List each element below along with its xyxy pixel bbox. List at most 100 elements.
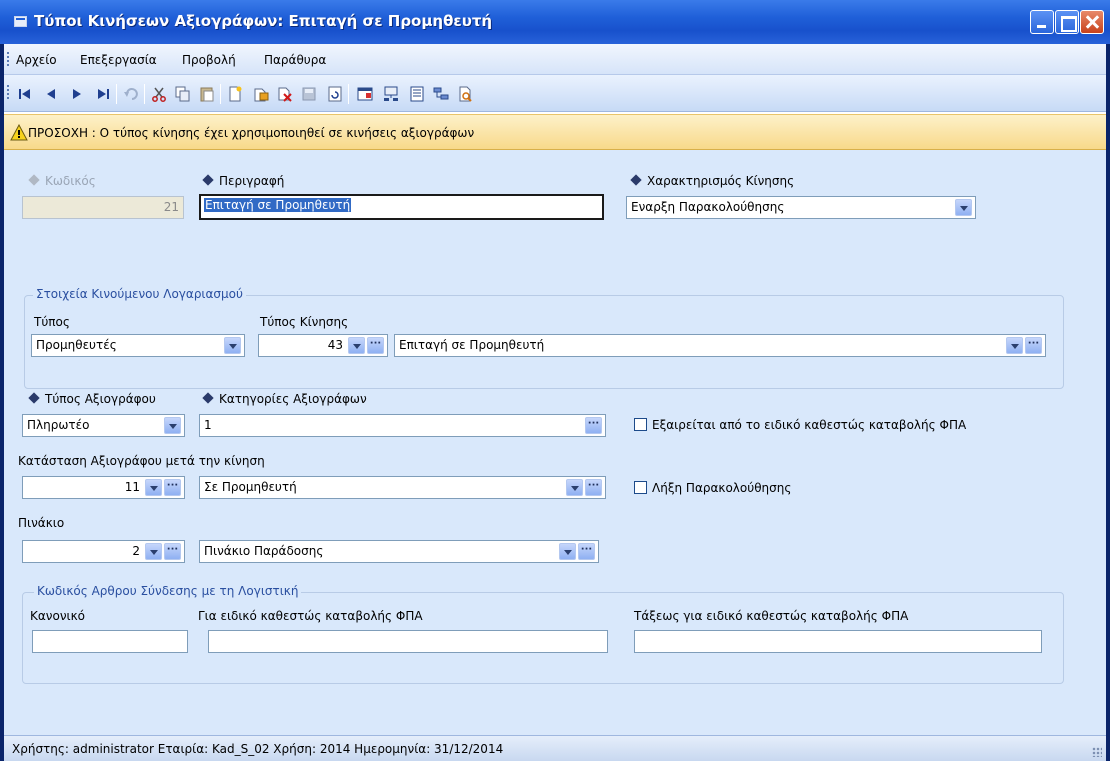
dropdown-arrow-icon[interactable] bbox=[1006, 337, 1023, 354]
toolbar-separator bbox=[116, 84, 117, 104]
dropdown-arrow-icon[interactable] bbox=[164, 417, 181, 434]
checkbox-box[interactable] bbox=[634, 418, 647, 431]
board-label: Πινάκιο bbox=[18, 516, 65, 530]
menu-file[interactable]: Αρχείο bbox=[16, 53, 57, 67]
movement-char-label: Χαρακτηρισμός Κίνησης bbox=[630, 174, 794, 188]
state-after-label: Κατάσταση Αξιογράφου μετά την κίνηση bbox=[18, 454, 265, 468]
lookup-button[interactable]: ··· bbox=[367, 337, 384, 354]
menu-edit[interactable]: Επεξεργασία bbox=[80, 53, 157, 67]
paste-icon[interactable] bbox=[198, 85, 216, 103]
state-after-desc-field[interactable]: Σε Προμηθευτή ··· bbox=[199, 476, 606, 499]
dropdown-arrow-icon[interactable] bbox=[566, 479, 583, 496]
vat-exempt-checkbox[interactable]: Εξαιρείται από το ειδικό καθεστώς καταβο… bbox=[634, 418, 966, 432]
checkbox-box[interactable] bbox=[634, 481, 647, 494]
client-area: Αρχείο Επεξεργασία Προβολή Παράθυρα ΠΡΟΣ… bbox=[4, 44, 1106, 761]
state-after-code: 11 bbox=[124, 480, 140, 494]
dropdown-arrow-icon[interactable] bbox=[559, 543, 576, 560]
type-label: Τύπος bbox=[34, 315, 70, 329]
undo-icon[interactable] bbox=[122, 85, 140, 103]
refresh-icon[interactable] bbox=[326, 85, 344, 103]
menu-grip[interactable] bbox=[7, 52, 9, 67]
board-desc-field[interactable]: Πινάκιο Παράδοσης ··· bbox=[199, 540, 599, 563]
doc-type-select[interactable]: Πληρωτέο bbox=[22, 414, 185, 437]
accounting-group-title: Κωδικός Αρθρου Σύνδεσης με τη Λογιστική bbox=[34, 584, 302, 598]
state-after-code-field[interactable]: 11 ··· bbox=[22, 476, 185, 499]
lookup-button[interactable]: ··· bbox=[1025, 337, 1042, 354]
end-tracking-checkbox[interactable]: Λήξη Παρακολούθησης bbox=[634, 481, 791, 495]
movement-type-desc: Επιταγή σε Προμηθευτή bbox=[399, 338, 545, 352]
status-bar: Χρήστης: administrator Εταιρία: Kad_S_02… bbox=[4, 735, 1106, 761]
lookup-button[interactable]: ··· bbox=[578, 543, 595, 560]
previous-icon[interactable] bbox=[42, 85, 60, 103]
copy-icon[interactable] bbox=[174, 85, 192, 103]
orders-field[interactable] bbox=[634, 630, 1042, 653]
type-select[interactable]: Προμηθευτές bbox=[31, 334, 245, 357]
vat-exempt-label: Εξαιρείται από το ειδικό καθεστώς καταβο… bbox=[652, 418, 967, 432]
dropdown-arrow-icon[interactable] bbox=[348, 337, 365, 354]
minimize-button[interactable] bbox=[1030, 10, 1054, 34]
description-label: Περιγραφή bbox=[202, 174, 284, 188]
doc-categories-field[interactable]: 1 ··· bbox=[199, 414, 606, 437]
list-icon[interactable] bbox=[408, 85, 426, 103]
form-icon[interactable] bbox=[356, 85, 374, 103]
normal-field[interactable] bbox=[32, 630, 188, 653]
maximize-button[interactable] bbox=[1055, 10, 1079, 34]
dropdown-arrow-icon[interactable] bbox=[145, 543, 162, 560]
movement-char-select[interactable]: Εναρξη Παρακολούθησης bbox=[626, 196, 976, 219]
toolbar bbox=[4, 75, 1106, 112]
movement-type-desc-field[interactable]: Επιταγή σε Προμηθευτή ··· bbox=[394, 334, 1046, 357]
normal-label: Κανονικό bbox=[30, 609, 86, 623]
form-panel: Κωδικός 21 Περιγραφή Επιταγή σε Προμηθευ… bbox=[4, 150, 1106, 735]
lookup-button[interactable]: ··· bbox=[585, 417, 602, 434]
close-button[interactable] bbox=[1080, 10, 1104, 34]
orders-label: Τάξεως για ειδικό καθεστώς καταβολής ΦΠΑ bbox=[634, 609, 909, 623]
code-label: Κωδικός bbox=[28, 174, 96, 188]
board-code-field[interactable]: 2 ··· bbox=[22, 540, 185, 563]
new-icon[interactable] bbox=[226, 85, 244, 103]
menu-windows[interactable]: Παράθυρα bbox=[264, 53, 326, 67]
toolbar-grip[interactable] bbox=[7, 85, 9, 100]
menu-view[interactable]: Προβολή bbox=[182, 53, 236, 67]
code-field: 21 bbox=[22, 196, 184, 219]
resize-grip[interactable] bbox=[1092, 747, 1102, 757]
lookup-button[interactable]: ··· bbox=[164, 479, 181, 496]
state-after-desc: Σε Προμηθευτή bbox=[204, 480, 297, 494]
warning-bar: ΠΡΟΣΟΧΗ : Ο τύπος κίνησης έχει χρησιμοπο… bbox=[4, 114, 1106, 150]
lookup-button[interactable]: ··· bbox=[585, 479, 602, 496]
movement-char-value: Εναρξη Παρακολούθησης bbox=[631, 200, 785, 214]
movement-type-label: Τύπος Κίνησης bbox=[260, 315, 349, 329]
report-icon[interactable] bbox=[456, 85, 474, 103]
delete-icon[interactable] bbox=[276, 85, 294, 103]
last-icon[interactable] bbox=[94, 85, 112, 103]
save-icon[interactable] bbox=[300, 85, 318, 103]
network-icon[interactable] bbox=[382, 85, 400, 103]
dropdown-arrow-icon[interactable] bbox=[955, 199, 972, 216]
toolbar-separator bbox=[348, 84, 349, 104]
title-bar[interactable]: Τύποι Κινήσεων Αξιογράφων: Επιταγή σε Πρ… bbox=[0, 0, 1110, 44]
new-copy-icon[interactable] bbox=[252, 85, 270, 103]
description-value: Επιταγή σε Προμηθευτή bbox=[204, 198, 352, 212]
dropdown-arrow-icon[interactable] bbox=[224, 337, 241, 354]
status-text: Χρήστης: administrator Εταιρία: Kad_S_02… bbox=[12, 742, 504, 756]
type-value: Προμηθευτές bbox=[36, 338, 117, 352]
first-icon[interactable] bbox=[16, 85, 34, 103]
cut-icon[interactable] bbox=[150, 85, 168, 103]
code-label-text: Κωδικός bbox=[45, 174, 96, 188]
lookup-button[interactable]: ··· bbox=[164, 543, 181, 560]
tree-icon[interactable] bbox=[432, 85, 450, 103]
doc-categories-value: 1 bbox=[204, 418, 212, 432]
toolbar-separator bbox=[144, 84, 145, 104]
special-label: Για ειδικό καθεστώς καταβολής ΦΠΑ bbox=[198, 609, 423, 623]
doc-categories-label-text: Κατηγορίες Αξιογράφων bbox=[219, 392, 367, 406]
special-field[interactable] bbox=[208, 630, 608, 653]
required-marker bbox=[202, 174, 214, 186]
next-icon[interactable] bbox=[68, 85, 86, 103]
dropdown-arrow-icon[interactable] bbox=[145, 479, 162, 496]
board-desc: Πινάκιο Παράδοσης bbox=[204, 544, 324, 558]
description-field[interactable]: Επιταγή σε Προμηθευτή bbox=[199, 194, 604, 220]
movement-type-code-field[interactable]: 43 ··· bbox=[258, 334, 388, 357]
board-code: 2 bbox=[132, 544, 140, 558]
doc-type-value: Πληρωτέο bbox=[27, 418, 90, 432]
app-window: Τύποι Κινήσεων Αξιογράφων: Επιταγή σε Πρ… bbox=[0, 0, 1110, 761]
description-label-text: Περιγραφή bbox=[219, 174, 285, 188]
